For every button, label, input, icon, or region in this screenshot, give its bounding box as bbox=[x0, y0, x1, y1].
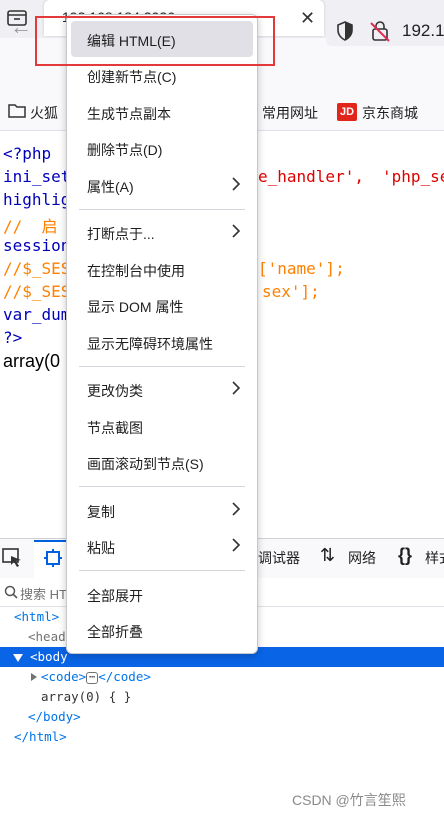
context-menu: 编辑 HTML(E) 创建新节点(C) 生成节点副本 删除节点(D) 属性(A)… bbox=[66, 14, 258, 654]
tree-node-head[interactable]: <head bbox=[28, 627, 66, 647]
menu-item-label: 属性(A) bbox=[87, 179, 134, 195]
jd-logo-icon: JD bbox=[337, 103, 357, 121]
watermark: CSDN @竹言笙熙 bbox=[292, 792, 406, 808]
menu-item-expand-all[interactable]: 全部展开 bbox=[71, 576, 253, 612]
tree-node-html[interactable]: <html> bbox=[14, 607, 59, 627]
menu-item-label: 节点截图 bbox=[87, 420, 143, 436]
network-icon: ⇅ bbox=[320, 545, 336, 565]
tree-node-html-close[interactable]: </html> bbox=[14, 727, 67, 747]
expand-twisty-icon[interactable] bbox=[12, 653, 24, 663]
code-fragment: sex']; bbox=[262, 282, 320, 301]
chevron-right-icon bbox=[232, 381, 241, 395]
back-button[interactable]: ← bbox=[10, 14, 32, 40]
tab-style-editor[interactable]: 样式 bbox=[425, 548, 444, 568]
menu-separator bbox=[79, 486, 245, 487]
chevron-right-icon bbox=[232, 538, 241, 552]
menu-item-paste[interactable]: 粘贴 bbox=[71, 528, 253, 564]
menu-item-label: 全部展开 bbox=[87, 588, 143, 604]
chevron-right-icon bbox=[232, 224, 241, 238]
menu-item-label: 更改伪类 bbox=[87, 383, 143, 399]
menu-item-label: 创建新节点(C) bbox=[87, 69, 177, 85]
highlight-annotation-box bbox=[35, 16, 275, 66]
tab-debugger[interactable]: 调试器 bbox=[258, 548, 300, 568]
style-editor-icon: {} bbox=[398, 545, 413, 565]
chevron-right-icon bbox=[232, 177, 241, 191]
menu-item-delete-node[interactable]: 删除节点(D) bbox=[71, 130, 253, 166]
inspector-icon bbox=[44, 549, 62, 567]
code-fragment: e_handler', bbox=[258, 167, 364, 186]
menu-item-label: 生成节点副本 bbox=[87, 106, 171, 122]
menu-item-label: 显示 DOM 属性 bbox=[87, 299, 184, 315]
collapsed-twisty-icon[interactable] bbox=[30, 672, 38, 682]
menu-item-label: 打断点于... bbox=[87, 226, 155, 242]
code-close-tag: </code> bbox=[98, 669, 151, 684]
menu-item-screenshot-node[interactable]: 节点截图 bbox=[71, 408, 253, 444]
menu-item-show-dom-properties[interactable]: 显示 DOM 属性 bbox=[71, 287, 253, 323]
code-line: <?php bbox=[3, 144, 52, 163]
tracking-protection-icon[interactable] bbox=[336, 21, 354, 41]
code-fragment: 'php_se bbox=[382, 167, 444, 186]
code-open-tag: <code> bbox=[41, 669, 87, 684]
tree-node-body-text: body bbox=[37, 649, 68, 664]
html-search-input[interactable]: 搜索 HT bbox=[20, 584, 67, 603]
menu-item-label: 显示无障碍环境属性 bbox=[87, 336, 213, 352]
menu-separator bbox=[79, 366, 245, 367]
page-output: array(0 bbox=[3, 351, 61, 371]
menu-item-copy[interactable]: 复制 bbox=[71, 492, 253, 528]
menu-item-change-pseudo-class[interactable]: 更改伪类 bbox=[71, 371, 253, 407]
menu-item-use-in-console[interactable]: 在控制台中使用 bbox=[71, 251, 253, 287]
bookmark-item-huohu[interactable]: 火狐 bbox=[30, 103, 58, 123]
menu-item-scroll-into-view[interactable]: 画面滚动到节点(S) bbox=[71, 444, 253, 480]
code-fragment: ['name']; bbox=[258, 259, 345, 278]
menu-item-show-accessibility-properties[interactable]: 显示无障碍环境属性 bbox=[71, 324, 253, 360]
folder-icon bbox=[8, 104, 26, 118]
code-line: session bbox=[3, 236, 71, 255]
chevron-right-icon bbox=[232, 502, 241, 516]
tree-node-body-label: <body bbox=[30, 649, 68, 664]
tree-node-code[interactable]: <code> ⋯ </code> bbox=[41, 667, 151, 687]
menu-separator bbox=[79, 209, 245, 210]
code-line: ?> bbox=[3, 328, 23, 347]
element-picker-icon[interactable] bbox=[2, 548, 24, 568]
tab-network[interactable]: 网络 bbox=[348, 548, 376, 568]
menu-item-label: 在控制台中使用 bbox=[87, 263, 185, 279]
bookmark-item-jd[interactable]: 京东商城 bbox=[362, 103, 418, 123]
menu-item-label: 粘贴 bbox=[87, 540, 115, 556]
search-icon bbox=[4, 585, 18, 599]
code-line: //$_SES bbox=[3, 259, 71, 278]
menu-item-label: 画面滚动到节点(S) bbox=[87, 456, 204, 472]
menu-item-attributes[interactable]: 属性(A) bbox=[71, 167, 253, 203]
code-line: // 启 bbox=[3, 217, 58, 236]
menu-item-break-on[interactable]: 打断点于... bbox=[71, 214, 253, 250]
collapsed-content-badge[interactable]: ⋯ bbox=[86, 671, 99, 684]
menu-item-collapse-all[interactable]: 全部折叠 bbox=[71, 612, 253, 648]
menu-item-label: 删除节点(D) bbox=[87, 142, 163, 158]
code-line: //$_SES bbox=[3, 282, 71, 301]
menu-item-label: 复制 bbox=[87, 504, 115, 520]
bookmark-item-common-sites[interactable]: 常用网址 bbox=[262, 103, 318, 123]
insecure-lock-icon[interactable] bbox=[368, 20, 392, 42]
menu-item-label: 全部折叠 bbox=[87, 624, 143, 640]
tree-text-node[interactable]: array(0) { } bbox=[41, 687, 131, 707]
menu-separator bbox=[79, 570, 245, 571]
menu-item-duplicate-node[interactable]: 生成节点副本 bbox=[71, 94, 253, 130]
code-line: ini_set bbox=[3, 167, 71, 186]
code-line: var_dum bbox=[3, 305, 71, 324]
tree-node-body-close[interactable]: </body> bbox=[28, 707, 81, 727]
code-line: highlig bbox=[3, 190, 71, 209]
tab-close-icon[interactable]: ✕ bbox=[300, 8, 315, 29]
url-text[interactable]: 192.1 bbox=[402, 21, 444, 41]
